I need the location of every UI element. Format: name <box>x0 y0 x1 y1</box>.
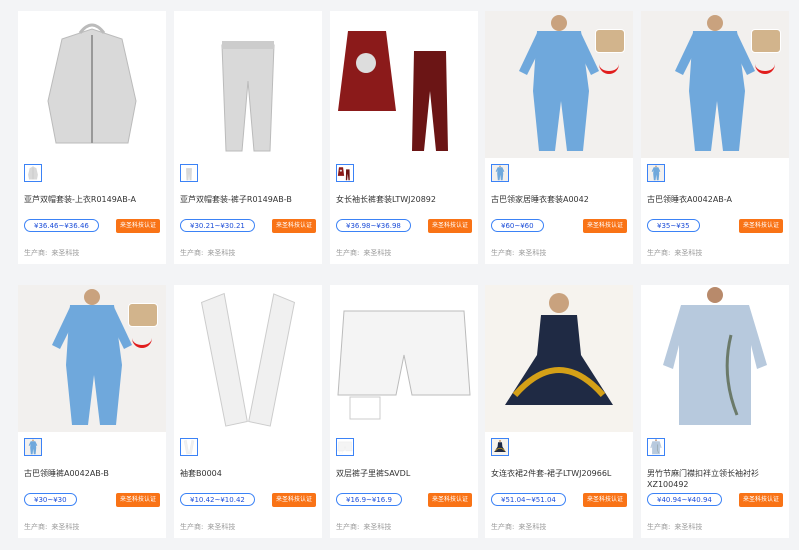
supplier-line: 生产商: 来圣科技 <box>24 248 79 258</box>
certification-badge: 来圣科技认证 <box>271 493 316 507</box>
product-card[interactable]: 女长袖长裤套装LTWJ20892 ¥36.98~¥36.98 来圣科技认证生产商: 来… <box>330 11 478 264</box>
dog-face-print-swatch <box>595 29 625 53</box>
price-range: ¥30~¥30 <box>24 493 77 506</box>
product-name[interactable]: 男竹节麻门襟扣袢立领长袖衬衫XZ100492 <box>647 468 785 490</box>
variant-thumbnail[interactable] <box>336 164 354 182</box>
variant-thumbnail[interactable] <box>647 164 665 182</box>
supplier-line: 生产商: 来圣科技 <box>180 522 235 532</box>
product-card[interactable]: 双层裤子里裤SAVDL ¥16.9~¥16.9 来圣科技认证生产商: 来圣科技 <box>330 285 478 538</box>
price-range: ¥40.94~¥40.94 <box>647 493 722 506</box>
price-range: ¥10.42~¥10.42 <box>180 493 255 506</box>
variant-thumbnail[interactable] <box>647 438 665 456</box>
variant-thumbnail[interactable] <box>180 438 198 456</box>
price-range: ¥51.04~¥51.04 <box>491 493 566 506</box>
supplier-name: 来圣科技 <box>207 523 236 531</box>
supplier-label: 生产商: <box>647 249 671 257</box>
product-card[interactable]: 女连衣裙2件套-裙子LTWJ20966L ¥51.04~¥51.04 来圣科技认证生… <box>485 285 633 538</box>
dog-face-print-swatch <box>128 303 158 327</box>
supplier-label: 生产商: <box>491 523 515 531</box>
variant-thumbnail[interactable] <box>491 438 509 456</box>
supplier-name: 来圣科技 <box>363 523 392 531</box>
product-image[interactable] <box>174 11 322 158</box>
variant-thumbnail[interactable] <box>491 164 509 182</box>
product-card[interactable]: 袖套B0004 ¥10.42~¥10.42 来圣科技认证生产商: 来圣科技 <box>174 285 322 538</box>
product-name[interactable]: 亚芦双帽套装-上衣R0149AB-A <box>24 194 162 205</box>
product-name[interactable]: 袖套B0004 <box>180 468 318 479</box>
product-image[interactable] <box>330 285 478 432</box>
supplier-line: 生产商: 来圣科技 <box>336 248 391 258</box>
supplier-label: 生产商: <box>491 249 515 257</box>
price-range: ¥35~¥35 <box>647 219 700 232</box>
supplier-label: 生产商: <box>647 523 671 531</box>
supplier-line: 生产商: 来圣科技 <box>647 522 702 532</box>
supplier-label: 生产商: <box>24 523 48 531</box>
certification-badge: 来圣科技认证 <box>427 493 472 507</box>
supplier-line: 生产商: 来圣科技 <box>647 248 702 258</box>
supplier-name: 来圣科技 <box>51 249 80 257</box>
variant-thumbnail[interactable] <box>180 164 198 182</box>
product-image[interactable] <box>18 285 166 432</box>
product-name[interactable]: 古巴领睡衣A0042AB-A <box>647 194 785 205</box>
supplier-name: 来圣科技 <box>207 249 236 257</box>
supplier-label: 生产商: <box>180 523 204 531</box>
certification-badge: 来圣科技认证 <box>427 219 472 233</box>
supplier-name: 来圣科技 <box>674 523 703 531</box>
certification-badge: 来圣科技认证 <box>738 493 783 507</box>
supplier-label: 生产商: <box>336 523 360 531</box>
supplier-line: 生产商: 来圣科技 <box>336 522 391 532</box>
product-image[interactable] <box>641 285 789 432</box>
price-range: ¥36.98~¥36.98 <box>336 219 411 232</box>
product-image[interactable] <box>330 11 478 158</box>
product-image[interactable] <box>485 11 633 158</box>
certification-badge: 来圣科技认证 <box>738 219 783 233</box>
product-card[interactable]: 亚芦双帽套装-上衣R0149AB-A ¥36.46~¥36.46 来圣科技认证生产商… <box>18 11 166 264</box>
product-name[interactable]: 古巴领睡裤A0042AB-B <box>24 468 162 479</box>
supplier-name: 来圣科技 <box>363 249 392 257</box>
certification-badge: 来圣科技认证 <box>115 493 160 507</box>
certification-badge: 来圣科技认证 <box>582 219 627 233</box>
supplier-name: 来圣科技 <box>51 523 80 531</box>
price-range: ¥36.46~¥36.46 <box>24 219 99 232</box>
product-image[interactable] <box>485 285 633 432</box>
product-name[interactable]: 古巴领家居睡衣套装A0042 <box>491 194 629 205</box>
supplier-name: 来圣科技 <box>674 249 703 257</box>
product-name[interactable]: 女长袖长裤套装LTWJ20892 <box>336 194 474 205</box>
product-card[interactable]: 古巴领家居睡衣套装A0042 ¥60~¥60 来圣科技认证生产商: 来圣科技 <box>485 11 633 264</box>
product-image[interactable] <box>174 285 322 432</box>
certification-badge: 来圣科技认证 <box>115 219 160 233</box>
product-card[interactable]: 亚芦双帽套装-裤子R0149AB-B ¥30.21~¥30.21 来圣科技认证生产商… <box>174 11 322 264</box>
certification-badge: 来圣科技认证 <box>271 219 316 233</box>
product-name[interactable]: 双层裤子里裤SAVDL <box>336 468 474 479</box>
price-range: ¥60~¥60 <box>491 219 544 232</box>
product-card[interactable]: 男竹节麻门襟扣袢立领长袖衬衫XZ100492 ¥40.94~¥40.94 来圣科技认… <box>641 285 789 538</box>
price-range: ¥16.9~¥16.9 <box>336 493 402 506</box>
product-card[interactable]: 古巴领睡裤A0042AB-B ¥30~¥30 来圣科技认证生产商: 来圣科技 <box>18 285 166 538</box>
supplier-line: 生产商: 来圣科技 <box>491 248 546 258</box>
product-image[interactable] <box>641 11 789 158</box>
certification-badge: 来圣科技认证 <box>582 493 627 507</box>
supplier-line: 生产商: 来圣科技 <box>491 522 546 532</box>
supplier-line: 生产商: 来圣科技 <box>24 522 79 532</box>
product-image[interactable] <box>18 11 166 158</box>
supplier-line: 生产商: 来圣科技 <box>180 248 235 258</box>
variant-thumbnail[interactable] <box>24 438 42 456</box>
variant-thumbnail[interactable] <box>336 438 354 456</box>
product-card[interactable]: 古巴领睡衣A0042AB-A ¥35~¥35 来圣科技认证生产商: 来圣科技 <box>641 11 789 264</box>
supplier-label: 生产商: <box>336 249 360 257</box>
supplier-label: 生产商: <box>24 249 48 257</box>
supplier-name: 来圣科技 <box>518 249 547 257</box>
supplier-label: 生产商: <box>180 249 204 257</box>
dog-face-print-swatch <box>751 29 781 53</box>
product-name[interactable]: 亚芦双帽套装-裤子R0149AB-B <box>180 194 318 205</box>
variant-thumbnail[interactable] <box>24 164 42 182</box>
product-name[interactable]: 女连衣裙2件套-裙子LTWJ20966L <box>491 468 629 479</box>
supplier-name: 来圣科技 <box>518 523 547 531</box>
price-range: ¥30.21~¥30.21 <box>180 219 255 232</box>
